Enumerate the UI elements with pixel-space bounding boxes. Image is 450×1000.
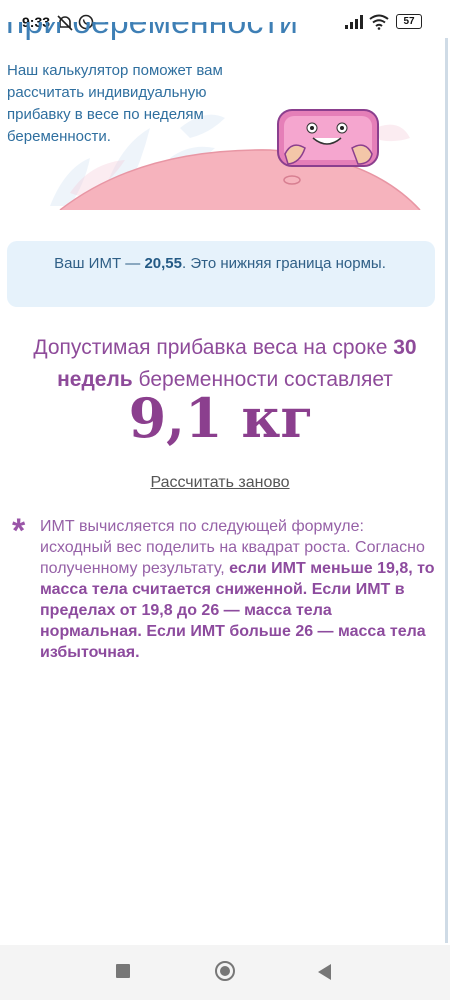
home-button[interactable]	[215, 961, 235, 981]
recent-apps-button[interactable]	[116, 964, 130, 978]
bmi-value: 20,55	[144, 255, 182, 272]
back-button[interactable]	[316, 963, 332, 981]
page-scroll-edge	[445, 38, 448, 943]
asterisk-mark: *	[12, 512, 26, 550]
intro-text: Наш калькулятор поможет вам рассчитать и…	[7, 62, 223, 145]
system-nav-bar	[0, 945, 450, 1000]
bmi-formula-note: ИМТ вычисляется по следующей формуле: ис…	[40, 518, 435, 661]
recalculate-link[interactable]: Рассчитать заново	[120, 474, 320, 492]
weight-gain-value: 9,1 кг	[128, 386, 314, 450]
bmi-result-text: Ваш ИМТ — 20,55. Это нижняя граница норм…	[54, 255, 386, 272]
page-title: при беременности	[6, 22, 298, 41]
